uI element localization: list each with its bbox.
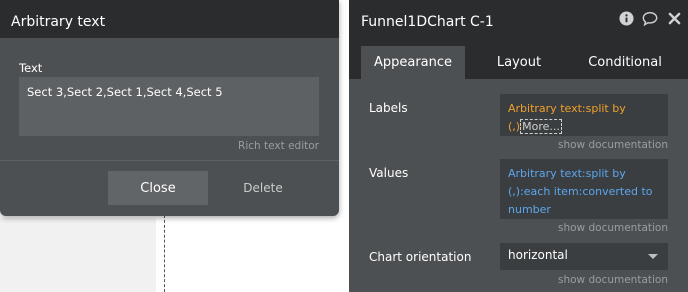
popup-title: Arbitrary text xyxy=(11,14,106,30)
labels-property-label: Labels xyxy=(369,101,408,115)
more-link[interactable]: More... xyxy=(520,119,562,134)
values-property-label: Values xyxy=(369,166,409,180)
popup-divider xyxy=(0,160,339,161)
tab-conditional[interactable]: Conditional xyxy=(573,46,677,79)
canvas-element-area xyxy=(0,218,156,292)
text-field-label: Text xyxy=(19,61,43,75)
orientation-selected-value: horizontal xyxy=(508,248,568,262)
close-icon[interactable] xyxy=(666,10,682,26)
tab-appearance[interactable]: Appearance xyxy=(361,46,465,79)
text-input[interactable]: Sect 3,Sect 2,Sect 1,Sect 4,Sect 5 xyxy=(19,77,319,136)
orientation-property-label: Chart orientation xyxy=(369,250,472,264)
orientation-show-documentation[interactable]: show documentation xyxy=(558,274,668,286)
chevron-down-icon xyxy=(648,254,658,259)
info-icon[interactable] xyxy=(618,10,634,26)
element-title: Funnel1DChart C-1 xyxy=(361,14,494,30)
canvas-guide-line xyxy=(164,210,165,292)
element-property-panel: Funnel1DChart C-1 Appearance Layout Cond… xyxy=(349,0,688,292)
panel-titlebar[interactable]: Funnel1DChart C-1 xyxy=(349,0,688,38)
comment-icon[interactable] xyxy=(642,10,658,26)
values-show-documentation[interactable]: show documentation xyxy=(558,222,668,234)
values-expression[interactable]: Arbitrary text:split by (,):each item:co… xyxy=(500,159,668,219)
tab-layout[interactable]: Layout xyxy=(469,46,569,79)
labels-expression[interactable]: Arbitrary text:split by (,) More... xyxy=(500,94,668,136)
tab-bar: Appearance Layout Conditional xyxy=(349,38,688,79)
orientation-select[interactable]: horizontal xyxy=(500,243,668,270)
rich-text-editor-link[interactable]: Rich text editor xyxy=(238,140,319,152)
delete-button[interactable]: Delete xyxy=(230,171,296,205)
popup-titlebar[interactable]: Arbitrary text xyxy=(0,0,339,38)
labels-show-documentation[interactable]: show documentation xyxy=(558,139,668,151)
close-button[interactable]: Close xyxy=(108,171,208,205)
arbitrary-text-popup: Arbitrary text Text Sect 3,Sect 2,Sect 1… xyxy=(0,0,339,216)
